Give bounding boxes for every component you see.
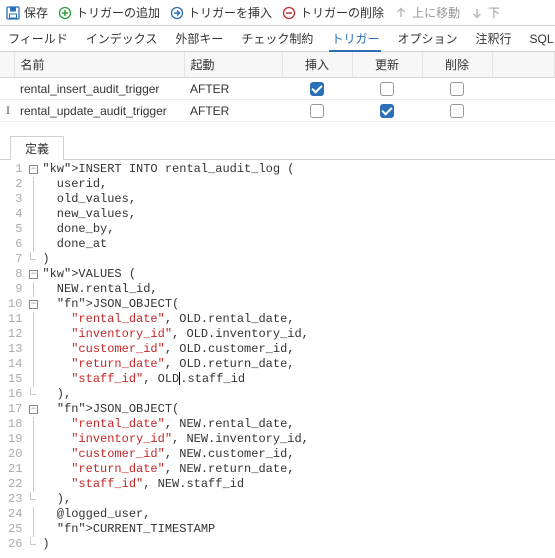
col-name[interactable]: 名前	[14, 52, 184, 78]
arrow-up-icon	[394, 6, 408, 20]
fold-gutter: −−−−	[26, 162, 40, 552]
plus-circle-icon	[58, 6, 72, 20]
move-up-button[interactable]: 上に移動	[394, 4, 460, 21]
tab-indexes[interactable]: インデックス	[84, 26, 160, 51]
definition-tab-bar: 定義	[0, 136, 555, 160]
insert-circle-icon	[170, 6, 184, 20]
row-marker	[0, 78, 14, 100]
checkbox-delete[interactable]	[450, 104, 464, 118]
checkbox-insert[interactable]	[310, 82, 324, 96]
tab-check-constraints[interactable]: チェック制約	[239, 26, 315, 51]
insert-trigger-label: トリガーを挿入	[188, 4, 272, 21]
table-row[interactable]: rental_insert_audit_trigger AFTER	[0, 78, 555, 100]
save-icon	[6, 6, 20, 20]
move-up-label: 上に移動	[412, 4, 460, 21]
tab-fields[interactable]: フィールド	[6, 26, 70, 51]
grid-header-row: 名前 起動 挿入 更新 削除	[0, 52, 555, 78]
trigger-grid: 名前 起動 挿入 更新 削除 rental_insert_audit_trigg…	[0, 52, 555, 122]
col-delete[interactable]: 削除	[422, 52, 492, 78]
delete-trigger-button[interactable]: トリガーの削除	[282, 4, 384, 21]
tab-triggers[interactable]: トリガー	[329, 27, 381, 52]
tab-sql-preview[interactable]: SQLプ	[527, 26, 555, 51]
cell-name[interactable]: rental_insert_audit_trigger	[14, 78, 184, 100]
line-number-gutter: 1234567891011121314151617181920212223242…	[0, 162, 26, 552]
col-update[interactable]: 更新	[352, 52, 422, 78]
delete-trigger-label: トリガーの削除	[300, 4, 384, 21]
toolbar: 保存 トリガーの追加 トリガーを挿入 トリガーの削除 上に移動 下	[0, 0, 555, 26]
add-trigger-button[interactable]: トリガーの追加	[58, 4, 160, 21]
arrow-down-icon	[470, 6, 484, 20]
cell-name[interactable]: rental_update_audit_trigger	[14, 100, 184, 122]
sql-editor[interactable]: 1234567891011121314151617181920212223242…	[0, 160, 555, 552]
table-row[interactable]: I rental_update_audit_trigger AFTER	[0, 100, 555, 122]
col-insert[interactable]: 挿入	[282, 52, 352, 78]
add-trigger-label: トリガーの追加	[76, 4, 160, 21]
col-fires[interactable]: 起動	[184, 52, 282, 78]
insert-trigger-button[interactable]: トリガーを挿入	[170, 4, 272, 21]
cell-fires[interactable]: AFTER	[184, 100, 282, 122]
tab-foreign-keys[interactable]: 外部キー	[173, 26, 225, 51]
tab-notes[interactable]: 注釈行	[473, 26, 513, 51]
tab-options[interactable]: オプション	[395, 26, 459, 51]
checkbox-insert[interactable]	[310, 104, 324, 118]
design-tabs: フィールド インデックス 外部キー チェック制約 トリガー オプション 注釈行 …	[0, 26, 555, 52]
row-marker-edit-icon: I	[0, 100, 14, 122]
move-down-button[interactable]: 下	[470, 4, 500, 21]
definition-section: 定義 1234567891011121314151617181920212223…	[0, 136, 555, 552]
save-button[interactable]: 保存	[6, 4, 48, 21]
code-area[interactable]: "kw">INSERT INTO rental_audit_log ( user…	[40, 162, 308, 552]
move-down-label: 下	[488, 4, 500, 21]
checkbox-update[interactable]	[380, 82, 394, 96]
checkbox-update[interactable]	[380, 104, 394, 118]
cell-fires[interactable]: AFTER	[184, 78, 282, 100]
save-label: 保存	[24, 4, 48, 21]
checkbox-delete[interactable]	[450, 82, 464, 96]
definition-tab[interactable]: 定義	[10, 136, 64, 160]
minus-circle-icon	[282, 6, 296, 20]
